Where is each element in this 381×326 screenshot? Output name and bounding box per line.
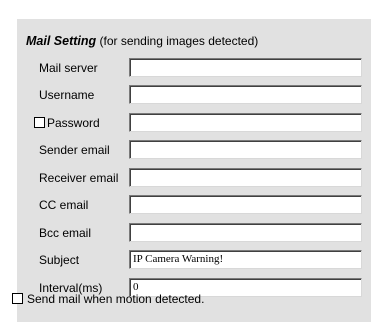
motion-checkbox[interactable] — [12, 293, 23, 304]
username-row: Username — [17, 85, 371, 105]
password-checkbox[interactable] — [34, 117, 45, 128]
mail-server-row: Mail server — [17, 58, 371, 78]
mail-setting-subtitle: (for sending images detected) — [99, 34, 259, 48]
motion-checkbox-label: Send mail when motion detected. — [27, 292, 205, 306]
receiver-email-label: Receiver email — [39, 171, 119, 185]
password-label: Password — [47, 116, 100, 130]
sender-email-input[interactable] — [129, 140, 362, 159]
receiver-email-input[interactable] — [129, 168, 362, 187]
subject-label: Subject — [39, 253, 80, 267]
cc-email-input[interactable] — [129, 195, 362, 214]
password-row: Password — [17, 113, 371, 133]
mail-setting-panel: Mail Setting (for sending images detecte… — [17, 19, 371, 322]
subject-input[interactable]: IP Camera Warning! — [129, 250, 362, 269]
bcc-email-row: Bcc email — [17, 223, 371, 243]
sender-email-row: Sender email — [17, 140, 371, 160]
cc-email-row: CC email — [17, 195, 371, 215]
sender-email-label: Sender email — [39, 143, 110, 157]
mail-server-input[interactable] — [129, 58, 362, 77]
bcc-email-label: Bcc email — [39, 226, 92, 240]
bcc-email-input[interactable] — [129, 223, 362, 242]
receiver-email-row: Receiver email — [17, 168, 371, 188]
subject-row: Subject IP Camera Warning! — [17, 250, 371, 270]
cc-email-label: CC email — [39, 198, 89, 212]
mail-setting-heading: Mail Setting (for sending images detecte… — [26, 34, 258, 48]
mail-server-label: Mail server — [39, 61, 98, 75]
mail-setting-title: Mail Setting — [26, 34, 97, 48]
username-input[interactable] — [129, 85, 362, 104]
username-label: Username — [39, 88, 95, 102]
password-input[interactable] — [129, 113, 362, 132]
